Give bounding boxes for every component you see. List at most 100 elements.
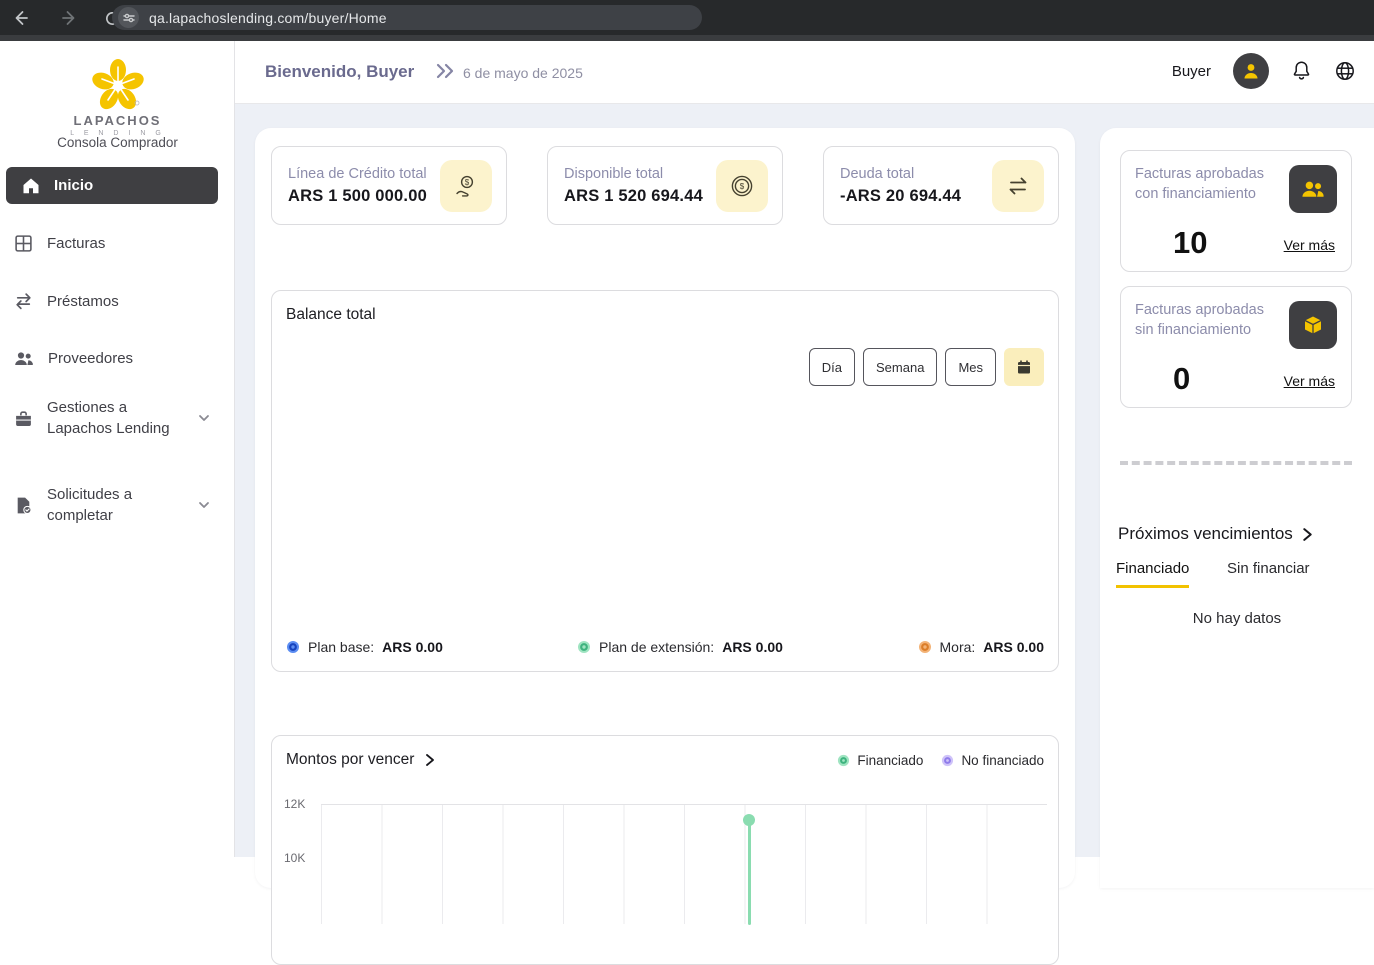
forward-icon[interactable]	[58, 6, 82, 30]
url-bar[interactable]: qa.lapachoslending.com/buyer/Home	[112, 5, 702, 30]
legend-marker-green	[577, 640, 591, 654]
browser-toolbar: qa.lapachoslending.com/buyer/Home	[0, 0, 1374, 35]
calendar-icon	[1016, 359, 1032, 375]
dashed-divider	[1120, 461, 1352, 465]
range-button-week[interactable]: Semana	[863, 348, 937, 386]
legend-label: Plan de extensión:	[599, 639, 714, 655]
console-label: Consola Comprador	[0, 135, 235, 150]
content-area: Línea de Crédito total ARS 1 500 000.00 …	[235, 104, 1374, 857]
stat-card-credit-line: Línea de Crédito total ARS 1 500 000.00 …	[271, 146, 507, 225]
site-settings-icon[interactable]	[118, 7, 139, 28]
people-icon	[1289, 165, 1337, 213]
legend-marker-purple	[941, 754, 954, 767]
section-title: Próximos vencimientos	[1118, 524, 1293, 544]
card-title: Facturas aprobadas sin financiamiento	[1135, 300, 1285, 340]
home-icon	[22, 177, 40, 195]
svg-text:$: $	[740, 182, 745, 191]
calendar-range-button[interactable]	[1004, 348, 1044, 386]
sidebar-item-label: Inicio	[54, 177, 93, 194]
app-window: LAPACHOS L E N D I N G Consola Comprador…	[0, 41, 1374, 857]
balance-total-panel: Balance total Día Semana Mes	[271, 290, 1059, 672]
sidebar: LAPACHOS L E N D I N G Consola Comprador…	[0, 41, 235, 857]
card-count: 10	[1173, 225, 1207, 261]
legend-marker-orange	[918, 640, 932, 654]
avatar-person-icon	[1241, 61, 1261, 81]
hand-coin-icon: $	[440, 160, 492, 212]
range-button-month[interactable]: Mes	[945, 348, 996, 386]
page-header: Bienvenido, Buyer 6 de mayo de 2025 Buye…	[235, 41, 1374, 104]
montos-por-vencer-panel: Montos por vencer Financiado	[271, 735, 1059, 965]
legend-marker-green	[837, 754, 850, 767]
chevron-right-icon[interactable]	[424, 753, 436, 767]
card-facturas-con-financiamiento: Facturas aprobadas con financiamiento 10…	[1120, 150, 1352, 272]
legend-label: Mora:	[940, 639, 976, 655]
legend-label: Financiado	[857, 753, 923, 768]
swap-arrows-icon	[14, 292, 33, 311]
sidebar-item-label: Facturas	[47, 233, 105, 254]
people-icon	[14, 349, 34, 368]
ver-mas-link[interactable]: Ver más	[1284, 237, 1335, 253]
legend-item-no-financiado: No financiado	[941, 753, 1044, 768]
document-check-icon	[14, 496, 33, 515]
back-icon[interactable]	[8, 6, 32, 30]
bell-icon[interactable]	[1291, 60, 1312, 82]
main-panel: Línea de Crédito total ARS 1 500 000.00 …	[255, 128, 1075, 888]
y-axis-tick: 10K	[284, 851, 305, 865]
empty-state-text: No hay datos	[1100, 610, 1374, 627]
tab-sin-financiar[interactable]: Sin financiar	[1227, 560, 1310, 585]
legend-item-plan-extension: Plan de extensión: ARS 0.00	[577, 639, 783, 655]
stat-card-available: Disponible total ARS 1 520 694.44 $	[547, 146, 783, 225]
card-title: Facturas aprobadas con financiamiento	[1135, 164, 1285, 204]
chevron-down-icon[interactable]	[196, 497, 212, 513]
transfer-arrows-icon	[992, 160, 1044, 212]
sidebar-item-prestamos[interactable]: Préstamos	[14, 291, 220, 312]
page-title: Bienvenido, Buyer	[265, 62, 414, 82]
y-axis-tick: 12K	[284, 797, 305, 811]
sidebar-item-gestiones[interactable]: Gestiones a Lapachos Lending	[14, 397, 220, 439]
legend-value: ARS 0.00	[983, 639, 1044, 655]
user-role-label: Buyer	[1172, 63, 1211, 80]
card-facturas-sin-financiamiento: Facturas aprobadas sin financiamiento 0 …	[1120, 286, 1352, 408]
breadcrumb-date: 6 de mayo de 2025	[463, 65, 583, 81]
lapachos-flower-icon	[90, 59, 146, 111]
cube-icon	[1289, 301, 1337, 349]
financiado-data-point[interactable]	[743, 814, 755, 826]
stat-value: ARS 1 520 694.44	[564, 187, 703, 206]
legend-value: ARS 0.00	[722, 639, 783, 655]
panel-title: Balance total	[286, 306, 376, 324]
montos-chart-plot[interactable]	[321, 804, 1047, 924]
brand-logo: LAPACHOS L E N D I N G	[0, 59, 235, 137]
ver-mas-link[interactable]: Ver más	[1284, 373, 1335, 389]
right-panel: Facturas aprobadas con financiamiento 10…	[1100, 128, 1374, 888]
sidebar-item-proveedores[interactable]: Proveedores	[14, 348, 220, 369]
chevron-right-icon[interactable]	[1301, 527, 1314, 542]
sidebar-item-label: Proveedores	[48, 348, 133, 369]
sidebar-item-facturas[interactable]: Facturas	[14, 233, 220, 254]
stat-value: -ARS 20 694.44	[840, 187, 961, 206]
sidebar-item-inicio[interactable]: Inicio	[6, 167, 218, 204]
avatar[interactable]	[1233, 53, 1269, 89]
stat-value: ARS 1 500 000.00	[288, 187, 427, 206]
legend-item-financiado: Financiado	[837, 753, 923, 768]
invoices-grid-icon	[14, 234, 33, 253]
chevron-down-icon[interactable]	[196, 410, 212, 426]
tab-financiado[interactable]: Financiado	[1116, 560, 1189, 588]
double-chevron-right-icon	[435, 63, 457, 79]
coin-icon: $	[716, 160, 768, 212]
legend-item-mora: Mora: ARS 0.00	[918, 639, 1045, 655]
legend-label: No financiado	[961, 753, 1044, 768]
url-text[interactable]: qa.lapachoslending.com/buyer/Home	[149, 10, 387, 26]
sidebar-item-label: Préstamos	[47, 291, 119, 312]
legend-value: ARS 0.00	[382, 639, 443, 655]
brand-name: LAPACHOS	[0, 113, 235, 128]
panel-title: Montos por vencer	[286, 751, 414, 769]
svg-text:$: $	[465, 178, 470, 187]
stat-label: Línea de Crédito total	[288, 166, 427, 182]
briefcase-icon	[14, 409, 33, 428]
sidebar-item-label: Solicitudes a completar	[47, 484, 182, 526]
sidebar-item-solicitudes[interactable]: Solicitudes a completar	[14, 484, 220, 526]
montos-legend: Financiado No financiado	[837, 753, 1044, 768]
globe-icon[interactable]	[1334, 60, 1356, 82]
stat-card-debt: Deuda total -ARS 20 694.44	[823, 146, 1059, 225]
range-button-day[interactable]: Día	[809, 348, 855, 386]
